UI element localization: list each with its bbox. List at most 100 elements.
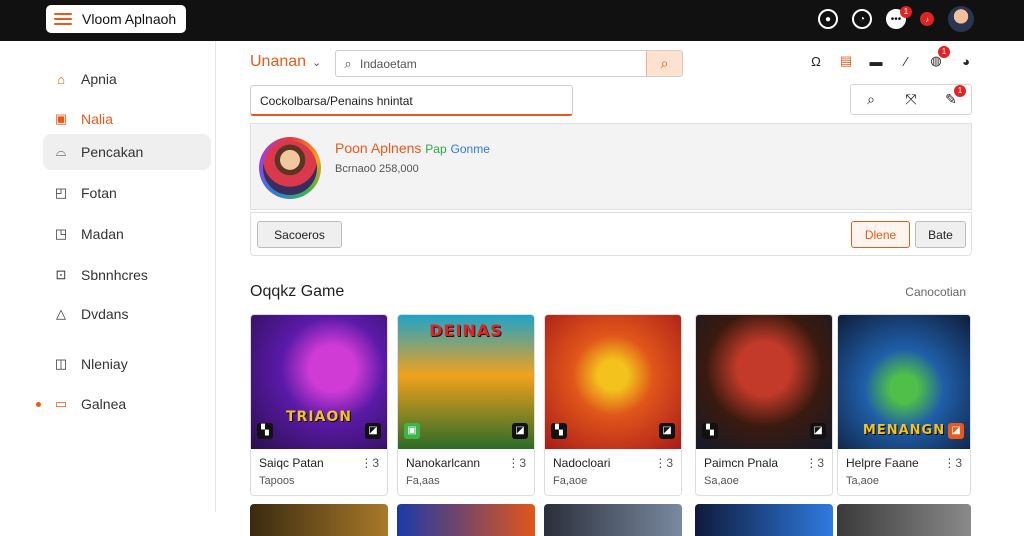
app-title-dropdown[interactable]: Unanan ⌄ (250, 53, 321, 71)
game-title: Saiqc Patan (259, 456, 324, 470)
game-card-partial[interactable] (544, 504, 682, 536)
sidebar-item-label: Sbnnhcres (81, 267, 148, 283)
top-bar: Vloom Aplnaoh ● ◔ ••• 1 ♪ (0, 0, 1024, 41)
url-field[interactable]: Cockolbarsa/Penains hnintat (250, 85, 573, 116)
sidebar-item-nleniay[interactable]: ◫ Nleniay (43, 346, 211, 382)
search-input[interactable]: Indaoetam (360, 57, 646, 71)
game-card-partial[interactable] (250, 504, 388, 536)
chat-icon[interactable]: ••• 1 (886, 6, 912, 29)
sidebar-item-sbnnhcres[interactable]: ⊡ Sbnnhcres (43, 257, 211, 293)
game-title: Helpre Faane (846, 456, 919, 470)
sidebar-item-label: Nleniay (81, 356, 128, 372)
game-card-partial[interactable] (397, 504, 535, 536)
more-icon[interactable]: ⋮3 (360, 456, 379, 470)
game-title: Paimcn Pnala (704, 456, 779, 470)
sidebar-item-fotan[interactable]: ◰ Fotan (43, 175, 211, 211)
slides-icon: ▭ (54, 396, 68, 411)
brand-button[interactable]: Vloom Aplnaoh (46, 5, 186, 33)
layer-icon[interactable]: ▬ (868, 53, 884, 69)
bookmark-icon[interactable]: ◪ (948, 423, 964, 439)
header-icons: Ω ▤ ▬ ∕ ◍ 1 ◕ (808, 46, 974, 69)
sidebar: ⌂ Apnia ▣ Nalia ⌓ Pencakan ◰ Fotan ◳ Mad… (0, 41, 216, 512)
sidebar-item-label: Fotan (81, 185, 117, 201)
sidebar-item-label: Galnea (81, 396, 127, 412)
tool-group: ⌕ ⤧ ✎ 1 (850, 84, 972, 115)
chat-badge: 1 (900, 6, 912, 18)
game-card[interactable]: DEINAS ▣ ◪ Nanokarlcann Fa,aas ⋮3 (397, 314, 535, 496)
game-card[interactable]: ▚ ◪ Nadocloari Fa,aoe ⋮3 (544, 314, 682, 496)
grid-icon: ▣ (404, 423, 420, 439)
game-card[interactable]: ▚ ◪ Paimcn Pnala Sa,aoe ⋮3 (695, 314, 833, 496)
sidebar-item-madan[interactable]: ◳ Madan (43, 216, 211, 252)
top-icons: ● ◔ ••• 1 ♪ (818, 6, 974, 32)
globe-icon[interactable]: ◍ 1 (928, 46, 950, 69)
square-dot-icon: ⊡ (55, 267, 67, 282)
primary-button[interactable]: Dlene (851, 221, 910, 248)
bookmark-icon[interactable]: ◪ (810, 423, 826, 439)
expand-icon[interactable]: ⤧ (903, 91, 919, 108)
menu-icon[interactable] (54, 13, 72, 25)
grid-icon: ▚ (702, 423, 718, 439)
avatar[interactable] (948, 6, 974, 32)
section-link[interactable]: Canocotian (905, 285, 966, 299)
game-card[interactable]: TRIAON ▚ ◪ Saiqc Patan Tapoos ⋮3 (250, 314, 388, 496)
profile-subtitle: Bcrnao0 258,000 (335, 163, 419, 175)
music-icon[interactable]: ♪ (920, 12, 934, 26)
clock-icon[interactable]: ◔ (852, 9, 872, 29)
secondary-button[interactable]: Sacoeros (257, 221, 342, 248)
game-subtitle: Fa,aoe (553, 475, 588, 487)
sidebar-item-apnia[interactable]: ⌂ Apnia (43, 61, 211, 97)
sidebar-item-pencakan[interactable]: ⌓ Pencakan (43, 134, 211, 170)
sidebar-item-galnea[interactable]: ▭ Galnea (43, 386, 211, 422)
game-subtitle: Tapoos (259, 475, 295, 487)
edit-badge: 1 (954, 84, 966, 97)
pen-icon[interactable]: ∕ (898, 53, 914, 69)
active-dot (36, 402, 41, 407)
clock-outline-icon[interactable]: ● (818, 9, 838, 29)
game-card[interactable]: MENANGN ◪ Helpre Faane Ta,aoe ⋮3 (837, 314, 971, 496)
box-icon: ◰ (54, 185, 68, 200)
section-title: Oqqkz Game (250, 283, 345, 300)
image-icon[interactable]: ▤ (838, 53, 854, 69)
game-grid: TRIAON ▚ ◪ Saiqc Patan Tapoos ⋮3 DEINAS … (250, 314, 972, 536)
sidebar-item-label: Nalia (81, 111, 113, 127)
more-icon[interactable]: ⋮3 (654, 456, 673, 470)
edit-icon[interactable]: ✎ 1 (943, 84, 966, 108)
globe-badge: 1 (938, 46, 950, 58)
folder-icon: ◫ (54, 356, 68, 371)
search-icon[interactable]: ⌕ (863, 91, 879, 108)
profile-avatar[interactable] (259, 137, 321, 199)
game-subtitle: Ta,aoe (846, 475, 880, 487)
brand-label: Vloom Aplnaoh (82, 11, 177, 27)
sidebar-item-label: Apnia (81, 71, 117, 87)
home-icon: ⌂ (57, 71, 65, 87)
bookmark-icon[interactable]: ◪ (659, 423, 675, 439)
search-field[interactable]: ⌕ Indaoetam ⌕ (335, 50, 683, 77)
grid-icon: ▚ (257, 423, 273, 439)
more-icon[interactable]: ⋮3 (943, 456, 962, 470)
bookmark-icon[interactable]: ◪ (365, 423, 381, 439)
hat-icon: ⌓ (55, 144, 67, 159)
sidebar-item-nalia[interactable]: ▣ Nalia (43, 101, 211, 137)
square-icon: ▣ (54, 111, 68, 126)
game-card-partial[interactable] (695, 504, 833, 536)
sidebar-item-label: Pencakan (81, 144, 144, 160)
tag-icon[interactable]: Ω (808, 53, 824, 69)
chevron-down-icon: ⌄ (312, 56, 322, 69)
gray-button[interactable]: Bate (915, 221, 966, 248)
grid-icon: ▚ (551, 423, 567, 439)
profile-tag: Gonme (450, 142, 490, 156)
app-title: Unanan (250, 53, 307, 70)
profile-name: Poon Aplnens (335, 140, 422, 156)
bookmark-icon[interactable]: ◪ (512, 423, 528, 439)
game-art-text: DEINAS (429, 321, 503, 340)
search-button[interactable]: ⌕ (646, 51, 682, 76)
game-card-partial[interactable] (837, 504, 971, 536)
search-icon: ⌕ (344, 55, 352, 71)
sidebar-item-dvdans[interactable]: △ Dvdans (43, 296, 211, 332)
profile-tag: Pap (425, 142, 447, 156)
avatar[interactable]: ◕ (958, 53, 974, 69)
more-icon[interactable]: ⋮3 (805, 456, 824, 470)
more-icon[interactable]: ⋮3 (507, 456, 526, 470)
profile-name-row: Poon Aplnens Pap Gonme (335, 140, 490, 156)
